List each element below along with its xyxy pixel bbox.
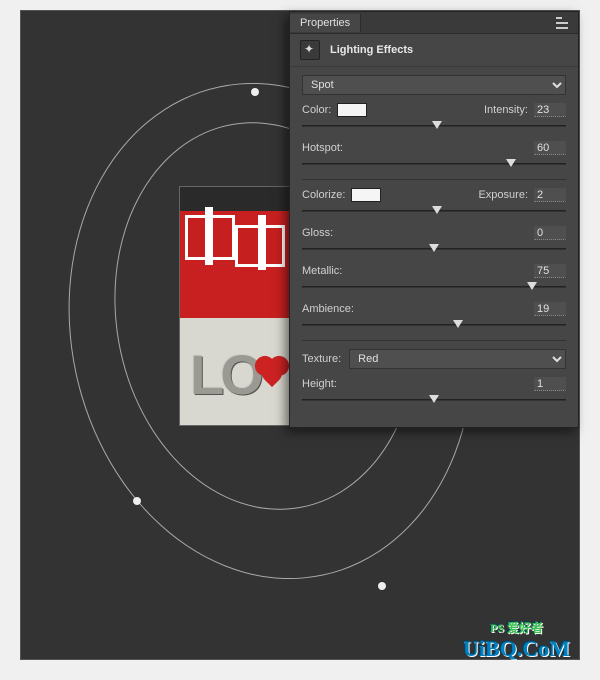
metallic-label: Metallic: — [302, 265, 342, 277]
ambience-label: Ambience: — [302, 303, 354, 315]
panel-menu-icon[interactable] — [556, 17, 572, 29]
app-frame: LO Properties Lighting Effects Spot Colo… — [20, 10, 580, 660]
light-handle[interactable] — [251, 88, 259, 96]
properties-panel: Properties Lighting Effects Spot Color: … — [289, 11, 579, 428]
height-slider[interactable] — [302, 393, 566, 407]
light-handle[interactable] — [378, 582, 386, 590]
light-type-select[interactable]: Spot — [302, 75, 566, 95]
hotspot-value[interactable] — [534, 141, 566, 155]
panel-tabbar: Properties — [290, 12, 578, 34]
height-label: Height: — [302, 378, 337, 390]
texture-select[interactable]: Red — [349, 349, 566, 369]
metallic-slider[interactable] — [302, 280, 566, 294]
colorize-swatch[interactable] — [351, 188, 381, 202]
exposure-label: Exposure: — [478, 189, 528, 201]
gloss-label: Gloss: — [302, 227, 333, 239]
color-label: Color: — [302, 104, 331, 116]
intensity-label: Intensity: — [484, 104, 528, 116]
exposure-slider[interactable] — [302, 204, 566, 218]
exposure-value[interactable] — [534, 188, 566, 202]
intensity-slider[interactable] — [302, 119, 566, 133]
light-handle[interactable] — [133, 497, 141, 505]
section-header: Lighting Effects — [290, 34, 578, 67]
gloss-value[interactable] — [534, 226, 566, 240]
tab-properties[interactable]: Properties — [290, 14, 361, 32]
metallic-value[interactable] — [534, 264, 566, 278]
colorize-label: Colorize: — [302, 189, 345, 201]
divider — [302, 340, 566, 341]
section-title: Lighting Effects — [330, 44, 413, 56]
intensity-value[interactable] — [534, 103, 566, 117]
gloss-slider[interactable] — [302, 242, 566, 256]
ambience-slider[interactable] — [302, 318, 566, 332]
ambience-value[interactable] — [534, 302, 566, 316]
hotspot-label: Hotspot: — [302, 142, 343, 154]
height-value[interactable] — [534, 377, 566, 391]
color-swatch[interactable] — [337, 103, 367, 117]
watermark: PS 爱好者 UiBQ.CoM — [463, 619, 570, 662]
divider — [302, 179, 566, 180]
hotspot-slider[interactable] — [302, 157, 566, 171]
texture-label: Texture: — [302, 353, 341, 365]
lighting-effects-icon — [300, 40, 320, 60]
